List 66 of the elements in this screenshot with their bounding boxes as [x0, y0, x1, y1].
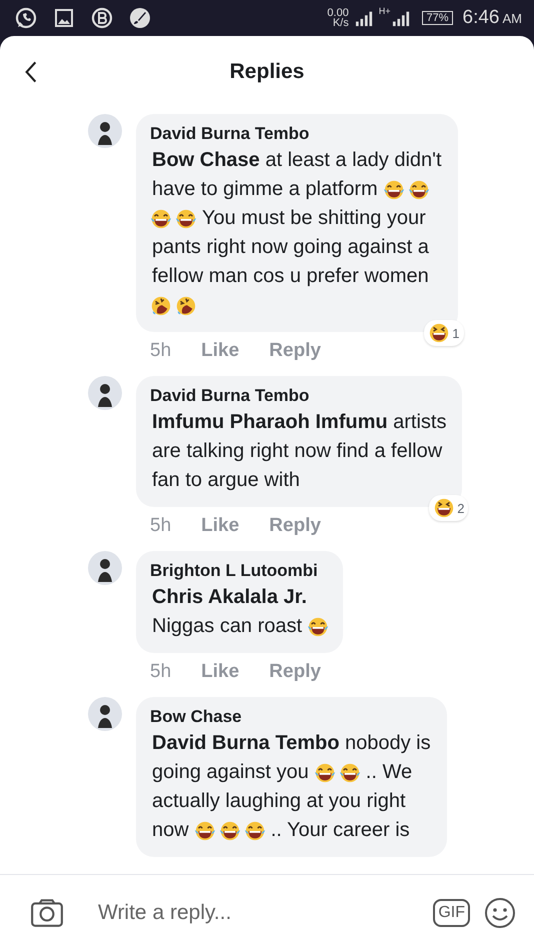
laughing-tears-emoji-icon — [175, 208, 197, 230]
laughing-tears-emoji-icon — [408, 178, 430, 200]
page-title: Replies — [230, 60, 304, 84]
chat-bubble-icon — [14, 6, 38, 30]
signal-icon — [354, 9, 373, 27]
like-link[interactable]: Like — [201, 661, 240, 683]
laughing-tears-emoji-icon — [307, 616, 330, 638]
avatar[interactable] — [88, 697, 122, 731]
avatar[interactable] — [88, 376, 122, 410]
comment-text: Niggas can roast — [152, 614, 302, 639]
laughing-tears-emoji-icon — [194, 820, 216, 842]
smiley-icon[interactable] — [484, 897, 516, 929]
laughing-tears-emoji-icon — [218, 820, 241, 842]
like-link[interactable]: Like — [201, 515, 240, 537]
rolling-laughing-emoji-icon — [150, 294, 172, 316]
laughing-emoji-icon — [433, 497, 456, 519]
author-name[interactable]: Brighton L Lutoombi — [150, 559, 330, 583]
comment-text: fellow man cos u prefer women — [152, 264, 429, 289]
reaction-badge[interactable]: 2 — [429, 495, 468, 521]
camera-icon[interactable] — [30, 898, 64, 928]
rolling-laughing-emoji-icon — [175, 294, 197, 316]
back-icon[interactable] — [24, 60, 38, 84]
network-speed: 0.00 K/s — [327, 8, 349, 28]
laughing-emoji-icon — [428, 322, 450, 344]
reaction-badge[interactable]: 1 — [424, 320, 464, 346]
avatar[interactable] — [88, 114, 122, 148]
laughing-tears-emoji-icon — [382, 178, 405, 200]
comment-text: You must be shitting your — [202, 206, 426, 231]
comment-text: fan to argue with — [152, 468, 300, 493]
comment-time: 5h — [150, 515, 172, 537]
clock-period: AM — [502, 10, 522, 26]
comment-text: going against you — [152, 760, 309, 785]
comment-text: now — [152, 818, 189, 843]
laughing-tears-emoji-icon — [150, 208, 172, 230]
image-icon — [52, 6, 76, 30]
reply-link[interactable]: Reply — [269, 515, 321, 537]
comment-time: 5h — [150, 661, 172, 683]
laughing-tears-emoji-icon — [338, 762, 361, 784]
brush-icon — [128, 6, 152, 30]
laughing-tears-emoji-icon — [244, 820, 266, 842]
circled-letter-icon — [90, 6, 114, 30]
comment-text: pants right now going against a — [152, 235, 429, 260]
clock: 6:46 — [462, 7, 500, 29]
comment-text: Chris Akalala Jr. — [152, 585, 307, 610]
author-name[interactable]: David Burna Tembo — [150, 384, 448, 408]
reply-link[interactable]: Reply — [269, 661, 321, 683]
laughing-tears-emoji-icon — [314, 762, 336, 784]
comment-text: have to gimme a platform — [152, 177, 378, 202]
comment-text: are talking right now find a fellow — [152, 439, 442, 464]
reply-input-field[interactable]: Write a reply... — [78, 895, 420, 931]
comment-time: 5h — [150, 340, 172, 362]
comment-text: Bow Chase at least a lady didn't — [152, 148, 442, 173]
author-name[interactable]: Bow Chase — [150, 705, 433, 729]
network-type: H+ — [378, 6, 390, 16]
gif-button[interactable]: GIF — [433, 899, 470, 927]
comment-text: .. We — [366, 760, 412, 785]
avatar[interactable] — [88, 551, 122, 585]
comment-text: .. Your career is — [270, 818, 410, 843]
comment-text: David Burna Tembo nobody is — [152, 731, 431, 756]
signal-icon — [392, 9, 410, 27]
reply-link[interactable]: Reply — [269, 340, 321, 362]
like-link[interactable]: Like — [201, 340, 240, 362]
battery-indicator: 77% — [422, 11, 453, 25]
author-name[interactable]: David Burna Tembo — [150, 122, 444, 146]
comment-text: Imfumu Pharaoh Imfumu artists — [152, 410, 446, 435]
comment-text: actually laughing at you right — [152, 789, 406, 814]
